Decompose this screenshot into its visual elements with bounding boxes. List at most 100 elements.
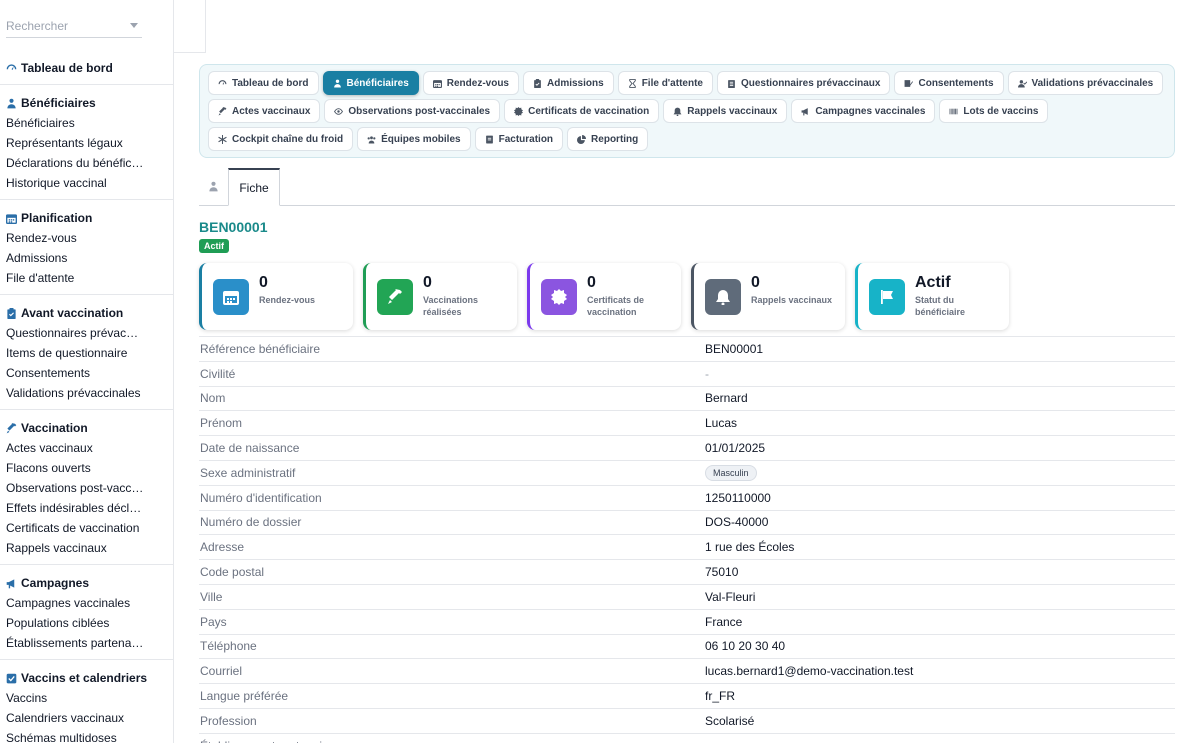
- sidebar-section-title[interactable]: Campagnes: [6, 573, 168, 593]
- field-label: Nom: [200, 391, 226, 406]
- sidebar-item[interactable]: Historique vaccinal: [6, 173, 144, 193]
- field-value: 01/01/2025: [705, 441, 766, 456]
- header-toggle-area: [174, 0, 206, 53]
- sidebar-section-title[interactable]: Bénéficiaires: [6, 93, 168, 113]
- stat-card-value: Actif: [915, 274, 951, 291]
- tab-2[interactable]: Rendez-vous: [422, 71, 519, 95]
- field-row: Courriel lucas.bernard1@demo-vaccination.…: [199, 658, 1175, 683]
- snowflake-icon: [218, 134, 227, 144]
- sidebar-item[interactable]: File d'attente: [6, 268, 144, 288]
- sidebar-item[interactable]: Certificats de vaccination: [6, 518, 144, 538]
- sidebar-item[interactable]: Campagnes vaccinales: [6, 593, 144, 613]
- sidebar-section-title[interactable]: Planification: [6, 208, 168, 228]
- tab-fiche[interactable]: Fiche: [228, 168, 280, 206]
- dashboard-icon: [6, 63, 17, 70]
- tab-label: Équipes mobiles: [381, 133, 461, 145]
- field-value: Lucas: [705, 416, 738, 431]
- signature-icon: [905, 79, 914, 87]
- field-row: Pays France: [199, 608, 1175, 634]
- field-row: Ville Val-Fleuri: [199, 583, 1175, 609]
- sidebar-item[interactable]: Vaccins: [6, 688, 144, 708]
- field-row: Sexe administratif Masculin: [199, 459, 1175, 485]
- tab-5[interactable]: Questionnaires prévaccinaux: [716, 71, 891, 95]
- field-row: Langue préférée fr_FR: [199, 683, 1175, 708]
- divider: [0, 294, 173, 295]
- sidebar-item[interactable]: Flacons ouverts: [6, 458, 144, 478]
- sidebar-item[interactable]: Validations prévaccinales: [6, 383, 144, 403]
- sidebar-section-title[interactable]: Avant vaccination: [6, 303, 168, 323]
- sidebar-item[interactable]: Rappels vaccinaux: [6, 538, 144, 558]
- sidebar-item[interactable]: Représentants légaux: [6, 133, 144, 153]
- sidebar-item[interactable]: Questionnaires prévaccin…: [6, 323, 144, 343]
- sidebar-item[interactable]: Actes vaccinaux: [6, 438, 144, 458]
- chevron-down-icon[interactable]: [130, 23, 138, 28]
- record-fields: Référence bénéficiaire BEN00001 Civilité - N…: [199, 336, 1175, 743]
- tab-9[interactable]: Observations post-vaccinales: [324, 99, 501, 123]
- tab-4[interactable]: File d'attente: [617, 71, 713, 95]
- tab-7[interactable]: Validations prévaccinales: [1007, 71, 1164, 95]
- tab-8[interactable]: Actes vaccinaux: [208, 99, 321, 123]
- tab-17[interactable]: Reporting: [567, 127, 649, 151]
- sidebar-item-dashboard[interactable]: Tableau de bord: [6, 58, 168, 78]
- tab-label: Questionnaires prévaccinaux: [740, 77, 881, 89]
- field-value: lucas.bernard1@demo-vaccination.test: [705, 664, 914, 679]
- sidebar-item[interactable]: Rendez-vous: [6, 228, 144, 248]
- sidebar-item[interactable]: Observations post-vaccin…: [6, 478, 144, 498]
- sidebar-item[interactable]: Consentements: [6, 363, 144, 383]
- tab-label: Certificats de vaccination: [528, 105, 650, 117]
- field-value: Scolarisé: [705, 713, 755, 728]
- user-check-icon: [1017, 79, 1027, 87]
- team-icon: [367, 135, 376, 143]
- field-value: 1 rue des Écoles: [705, 540, 795, 555]
- sidebar-item[interactable]: Calendriers vaccinaux: [6, 708, 144, 728]
- tab-3[interactable]: Admissions: [523, 71, 614, 95]
- tab-label: Observations post-vaccinales: [348, 105, 491, 117]
- sidebar-item[interactable]: Déclarations du bénéficia…: [6, 153, 144, 173]
- stat-card-value: 0: [587, 274, 596, 291]
- field-row: Référence bénéficiaire BEN00001: [199, 336, 1175, 361]
- tab-15[interactable]: Équipes mobiles: [357, 127, 471, 151]
- sidebar-section-label: Campagnes: [21, 576, 90, 590]
- tab-6[interactable]: Consentements: [894, 71, 1004, 95]
- tab-13[interactable]: Lots de vaccins: [939, 99, 1049, 123]
- sidebar-item[interactable]: Items de questionnaire: [6, 343, 144, 363]
- field-label: Civilité: [200, 366, 236, 381]
- stat-card: Actif Statut du bénéficiaire: [855, 263, 1009, 330]
- tab-label: Rendez-vous: [446, 77, 509, 89]
- tab-label: Cockpit chaîne du froid: [232, 133, 344, 145]
- sidebar-item[interactable]: Schémas multidoses: [6, 728, 144, 743]
- field-label: Pays: [200, 614, 227, 629]
- syringe-icon: [388, 289, 402, 304]
- sidebar-section: Bénéficiaires Bénéficiaires Représentants …: [0, 89, 173, 196]
- tab-beneficiary-icon[interactable]: [199, 168, 227, 205]
- hourglass-icon: [628, 78, 636, 88]
- sidebar-item-label: Tableau de bord: [21, 61, 113, 75]
- sidebar-item[interactable]: Bénéficiaires: [6, 113, 144, 133]
- tab-label: Campagnes vaccinales: [815, 105, 926, 117]
- tab-label: Rappels vaccinaux: [687, 105, 778, 117]
- tab-10[interactable]: Certificats de vaccination: [504, 99, 660, 123]
- tab-0[interactable]: Tableau de bord: [208, 71, 319, 95]
- sidebar-item[interactable]: Populations ciblées: [6, 613, 144, 633]
- tab-label: Facturation: [498, 133, 554, 145]
- tab-16[interactable]: Facturation: [474, 127, 564, 151]
- sidebar-section-label: Planification: [21, 211, 93, 225]
- tab-14[interactable]: Cockpit chaîne du froid: [208, 127, 354, 151]
- search-select[interactable]: Rechercher: [6, 14, 142, 38]
- record-reference: BEN00001: [199, 219, 268, 235]
- sidebar-item[interactable]: Établissements partenaires: [6, 633, 144, 653]
- record-subtabs: Fiche: [199, 168, 1175, 206]
- tab-11[interactable]: Rappels vaccinaux: [663, 99, 788, 123]
- tab-1[interactable]: Bénéficiaires: [322, 71, 419, 95]
- syringe-icon: [218, 106, 227, 115]
- sidebar-section-title[interactable]: Vaccination: [6, 418, 168, 438]
- field-value: 75010: [705, 565, 739, 580]
- sidebar-item[interactable]: Admissions: [6, 248, 144, 268]
- tab-label: Tableau de bord: [232, 77, 309, 89]
- sidebar-item[interactable]: Effets indésirables déclarés: [6, 498, 144, 518]
- users-icon: [333, 79, 341, 87]
- tab-label: Lots de vaccins: [963, 105, 1039, 117]
- sidebar-section-title[interactable]: Vaccins et calendriers: [6, 668, 168, 688]
- pie-chart-icon: [577, 134, 587, 144]
- tab-12[interactable]: Campagnes vaccinales: [791, 99, 936, 123]
